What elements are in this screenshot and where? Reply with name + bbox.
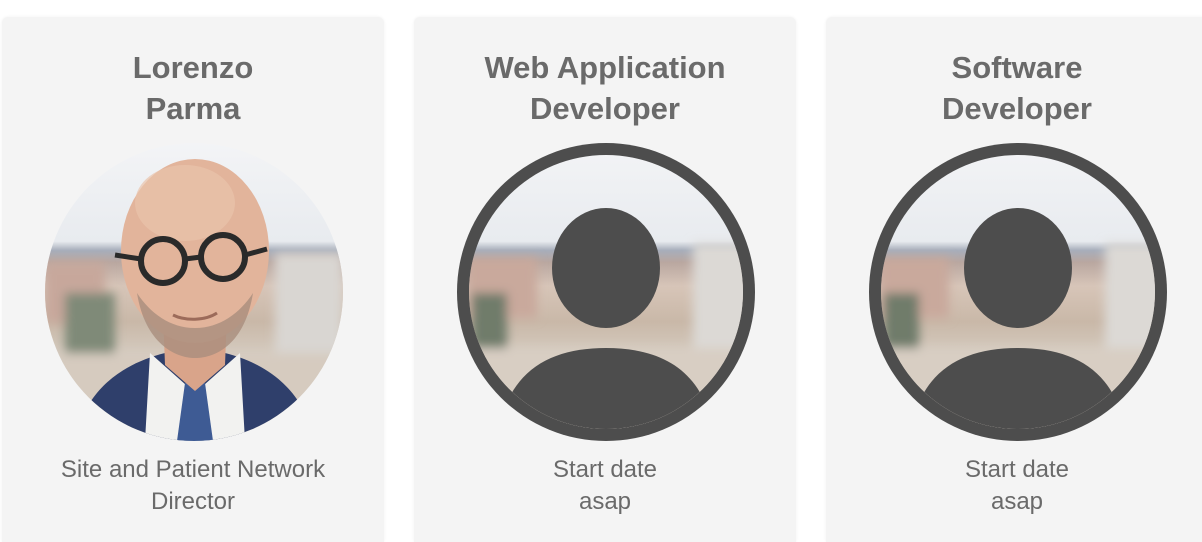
card-caption: Start date asap	[826, 454, 1202, 518]
card-caption: Site and Patient Network Director	[2, 454, 384, 518]
card-caption-line: Start date	[964, 456, 1070, 483]
card-title: Web Application Developer	[414, 47, 796, 129]
card-caption: Start date asap	[414, 454, 796, 518]
person-placeholder-icon	[457, 143, 755, 441]
card-title: Lorenzo Parma	[2, 47, 384, 129]
person-placeholder-icon	[869, 143, 1167, 441]
team-cards: Lorenzo Parma Site and Patient Network D…	[0, 0, 1202, 542]
card-title-line: Developer	[530, 91, 680, 126]
team-card-software-developer: Software Developer Start date asap	[826, 17, 1202, 542]
card-title-line: Lorenzo	[132, 50, 254, 85]
card-caption-line: Start date	[552, 456, 658, 483]
card-title-line: Parma	[145, 91, 241, 126]
person-photo	[45, 143, 343, 441]
card-caption-line: Site and Patient Network	[60, 456, 326, 483]
card-title-line: Software	[951, 50, 1083, 85]
card-title-line: Web Application	[484, 50, 726, 85]
team-card-web-application-developer: Web Application Developer Start date asa…	[414, 17, 796, 542]
team-card-lorenzo-parma: Lorenzo Parma Site and Patient Network D…	[2, 17, 384, 542]
card-title-line: Developer	[942, 91, 1092, 126]
card-caption-line: Director	[150, 488, 235, 515]
card-caption-line: asap	[578, 488, 632, 515]
card-caption-line: asap	[990, 488, 1044, 515]
card-title: Software Developer	[826, 47, 1202, 129]
